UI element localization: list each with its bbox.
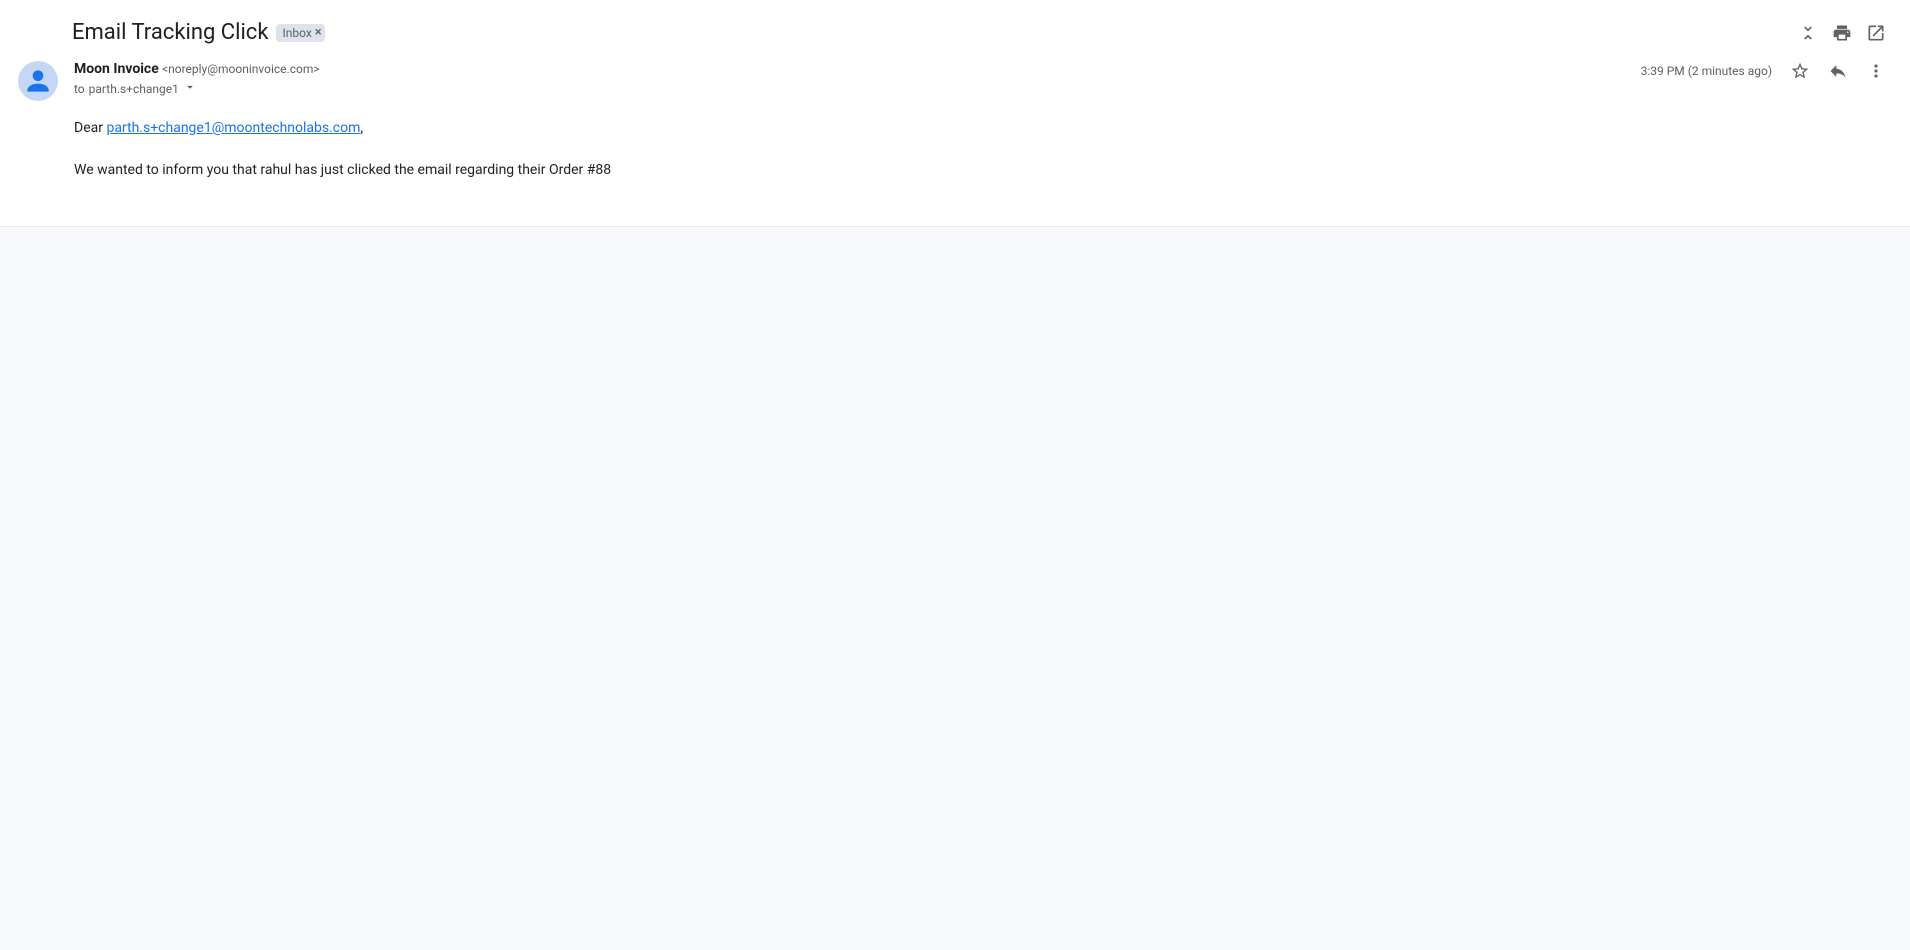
- subject-left: Email Tracking Click Inbox ×: [72, 20, 325, 45]
- timestamp-relative: (2 minutes ago): [1688, 64, 1772, 78]
- recipient-name: parth.s+change1: [89, 82, 179, 96]
- body-paragraph: We wanted to inform you that rahul has j…: [74, 159, 1894, 181]
- star-icon[interactable]: [1790, 61, 1810, 81]
- label-chip-text: Inbox: [282, 26, 311, 40]
- print-icon[interactable]: [1832, 23, 1852, 43]
- sender-meta: Moon Invoice <noreply@mooninvoice.com> t…: [74, 61, 1894, 97]
- recipient-prefix: to: [74, 82, 85, 96]
- more-vert-icon[interactable]: [1866, 61, 1886, 81]
- avatar[interactable]: [18, 61, 58, 101]
- recipient-email-link[interactable]: parth.s+change1@moontechnolabs.com: [106, 120, 360, 136]
- open-new-window-icon[interactable]: [1866, 23, 1886, 43]
- greeting-suffix: ,: [360, 120, 363, 136]
- sender-info: Moon Invoice <noreply@mooninvoice.com> t…: [74, 61, 320, 97]
- label-chip-inbox[interactable]: Inbox ×: [276, 24, 324, 42]
- email-card: Email Tracking Click Inbox ×: [0, 0, 1910, 227]
- timestamp: 3:39 PM (2 minutes ago): [1641, 64, 1772, 78]
- subject-actions: [1798, 23, 1894, 43]
- greeting-prefix: Dear: [74, 120, 106, 136]
- subject-row: Email Tracking Click Inbox ×: [0, 0, 1910, 53]
- sender-name: Moon Invoice: [74, 61, 159, 77]
- dropdown-arrow-icon[interactable]: [183, 80, 197, 97]
- greeting-line: Dear parth.s+change1@moontechnolabs.com,: [74, 117, 1894, 139]
- close-icon[interactable]: ×: [315, 26, 322, 39]
- sender-row: Moon Invoice <noreply@mooninvoice.com> t…: [0, 53, 1910, 101]
- sender-email: <noreply@mooninvoice.com>: [162, 62, 320, 76]
- recipient-line[interactable]: to parth.s+change1: [74, 80, 197, 97]
- email-body: Dear parth.s+change1@moontechnolabs.com,…: [0, 101, 1910, 182]
- timestamp-time: 3:39 PM: [1641, 64, 1685, 78]
- reply-icon[interactable]: [1828, 61, 1848, 81]
- email-subject: Email Tracking Click: [72, 20, 268, 45]
- collapse-all-icon[interactable]: [1798, 23, 1818, 43]
- message-actions-right: 3:39 PM (2 minutes ago): [1641, 61, 1894, 81]
